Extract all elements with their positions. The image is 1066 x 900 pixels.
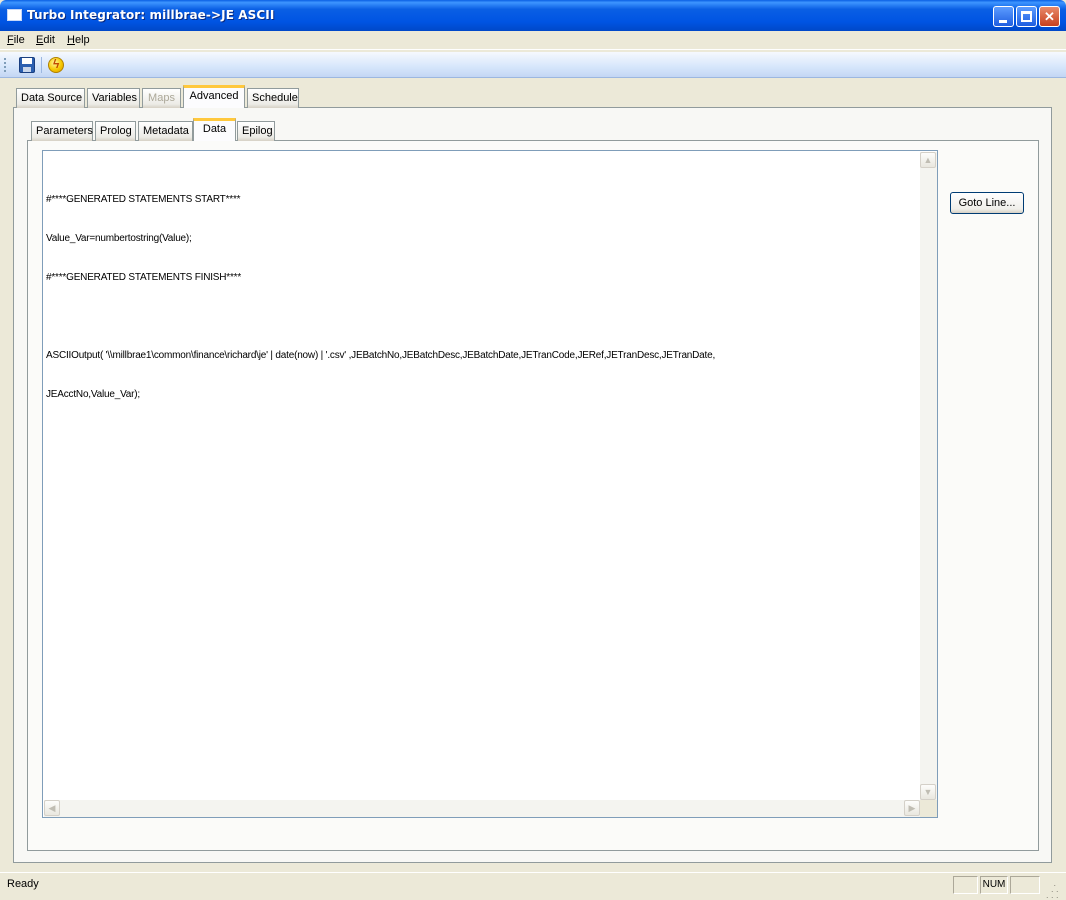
maximize-button[interactable]: [1016, 6, 1037, 27]
app-window-icon: [7, 9, 22, 21]
script-line: Value_Var=numbertostring(Value);: [46, 233, 192, 244]
toolbar-grip[interactable]: [4, 58, 6, 72]
script-line: ASCIIOutput( '\\millbrae1\common\finance…: [46, 350, 716, 361]
tab-prolog[interactable]: Prolog: [95, 121, 136, 141]
close-icon: ✕: [1044, 9, 1055, 24]
status-bar: Ready NUM . . .. . .: [0, 872, 1066, 900]
scroll-up-icon[interactable]: ▲: [920, 152, 936, 168]
status-text: Ready: [7, 878, 39, 890]
tab-advanced[interactable]: Advanced: [183, 85, 245, 108]
vertical-scrollbar[interactable]: ▲ ▼: [920, 152, 937, 800]
resize-grip-icon[interactable]: . . .. . .: [1046, 879, 1060, 900]
minimize-button[interactable]: [993, 6, 1014, 27]
tab-metadata[interactable]: Metadata: [138, 121, 193, 141]
scroll-down-icon[interactable]: ▼: [920, 784, 936, 800]
menu-bar: File Edit Help: [0, 31, 1066, 50]
toolbar-separator: [41, 57, 42, 73]
script-line: JEAcctNo,Value_Var);: [46, 389, 141, 400]
status-pane-scroll: [1010, 876, 1040, 894]
scrollbar-corner: [920, 800, 937, 817]
script-line: #****GENERATED STATEMENTS START****: [46, 194, 241, 205]
script-text[interactable]: #****GENERATED STATEMENTS START**** Valu…: [46, 167, 916, 427]
save-icon[interactable]: [18, 56, 36, 74]
script-line: [46, 310, 916, 323]
tab-parameters[interactable]: Parameters: [31, 121, 93, 141]
scroll-left-icon[interactable]: ◀: [44, 800, 60, 816]
tab-maps: Maps: [142, 88, 181, 108]
goto-line-button[interactable]: Goto Line...: [950, 192, 1024, 214]
window-title: Turbo Integrator: millbrae->JE ASCII: [27, 8, 275, 22]
horizontal-scrollbar[interactable]: ◀ ▶: [44, 800, 920, 817]
title-bar[interactable]: Turbo Integrator: millbrae->JE ASCII ✕: [0, 0, 1066, 31]
status-pane-caps: [953, 876, 978, 894]
close-button[interactable]: ✕: [1039, 6, 1060, 27]
scroll-right-icon[interactable]: ▶: [904, 800, 920, 816]
minimize-icon: [999, 20, 1007, 23]
turbo-integrator-window: Turbo Integrator: millbrae->JE ASCII ✕ F…: [0, 0, 1066, 900]
menu-edit[interactable]: Edit: [36, 34, 55, 46]
menu-help[interactable]: Help: [67, 34, 90, 46]
run-lightning-icon[interactable]: ϟ: [47, 56, 65, 74]
tab-data-source[interactable]: Data Source: [16, 88, 85, 108]
maximize-icon: [1021, 11, 1032, 22]
toolbar: ϟ: [0, 52, 1066, 78]
script-line: #****GENERATED STATEMENTS FINISH****: [46, 272, 242, 283]
status-pane-num: NUM: [980, 876, 1008, 894]
tab-epilog[interactable]: Epilog: [237, 121, 275, 141]
tab-schedule[interactable]: Schedule: [247, 88, 299, 108]
menu-file[interactable]: File: [7, 34, 25, 46]
data-script-editor[interactable]: #****GENERATED STATEMENTS START**** Valu…: [42, 150, 938, 818]
tab-data[interactable]: Data: [193, 118, 236, 141]
tab-variables[interactable]: Variables: [87, 88, 140, 108]
